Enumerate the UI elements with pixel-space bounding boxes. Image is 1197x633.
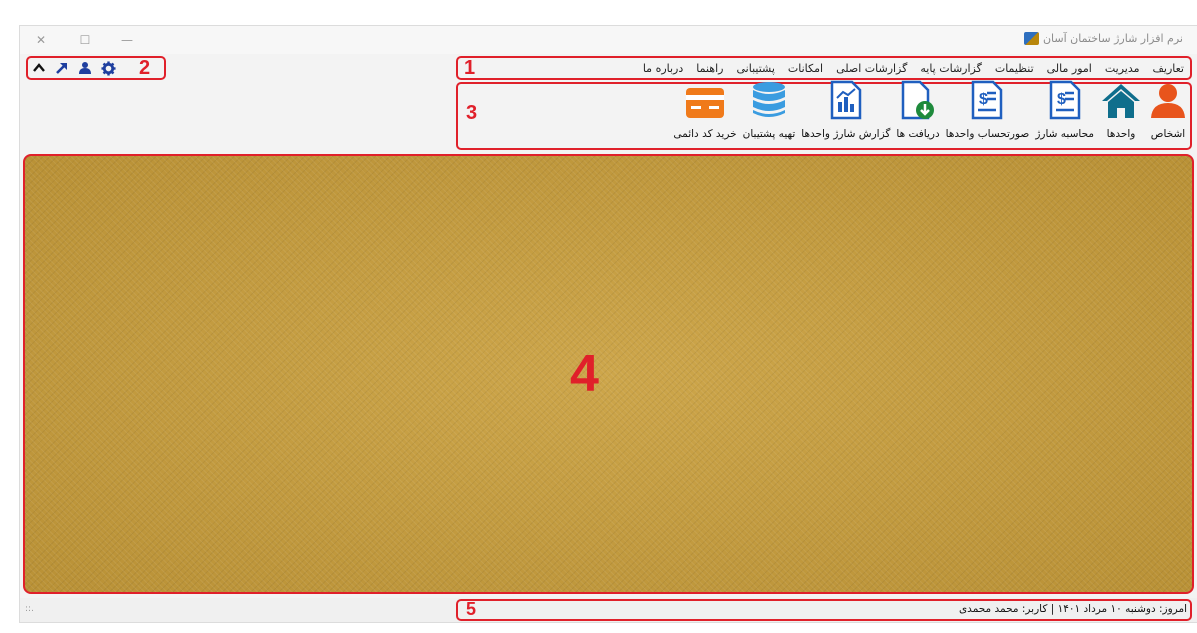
maximize-window-button[interactable]: ☐: [70, 30, 100, 50]
ribbon-button-units[interactable]: واحدها: [1100, 82, 1142, 150]
menu-item-features[interactable]: امکانات: [788, 62, 823, 75]
ribbon-toolbar: اشخاص واحدها $ محاسبه شارژ $ صورتحساب وا…: [456, 80, 1192, 150]
app-window: ✕ ☐ — نرم افزار شارژ ساختمان آسان 1 تعار…: [19, 25, 1197, 623]
close-window-button[interactable]: ✕: [26, 30, 56, 50]
ribbon-label-charge-report: گزارش شارژ واحدها: [801, 128, 891, 140]
menu-item-main-reports[interactable]: گزارشات اصلی: [836, 62, 907, 75]
svg-text:$: $: [1057, 91, 1066, 108]
menu-item-basic-reports[interactable]: گزارشات پایه: [920, 62, 981, 75]
callout-number-5: 5: [466, 599, 477, 619]
invoice-icon: $: [1048, 80, 1082, 124]
ribbon-label-charge-calc: محاسبه شارژ: [1035, 128, 1094, 140]
arrow-up-right-icon[interactable]: [55, 61, 69, 75]
user-icon[interactable]: [78, 61, 92, 75]
status-bar: ::. 5 امروز: دوشنبه ۱۰ مرداد ۱۴۰۱ | کارب…: [20, 598, 1197, 622]
menu-item-support[interactable]: پشتیبانی: [736, 62, 774, 75]
app-title: نرم افزار شارژ ساختمان آسان: [1023, 32, 1183, 45]
app-title-text: نرم افزار شارژ ساختمان آسان: [1042, 32, 1183, 45]
ribbon-label-receipts: دریافت ها: [896, 128, 940, 140]
database-icon: [749, 80, 789, 124]
ribbon-button-charge-report[interactable]: گزارش شارژ واحدها: [801, 80, 891, 150]
svg-text:$: $: [979, 91, 988, 108]
chevron-up-icon[interactable]: [32, 61, 46, 75]
report-chart-icon: [829, 80, 863, 124]
app-logo-icon: [1023, 32, 1039, 45]
ribbon-label-units: واحدها: [1106, 128, 1136, 140]
minimize-window-button[interactable]: —: [112, 30, 142, 50]
ribbon-label-persons: اشخاص: [1150, 128, 1186, 140]
ribbon-button-buy-license[interactable]: خرید کد دائمی: [673, 82, 737, 150]
ribbon-label-backup: تهیه پشتیبان: [742, 128, 796, 140]
ribbon-button-backup[interactable]: تهیه پشتیبان: [742, 80, 796, 150]
ribbon-label-unit-statements: صورتحساب واحدها: [945, 128, 1030, 140]
menu-item-definitions[interactable]: تعاریف: [1153, 62, 1184, 75]
download-document-icon: [900, 80, 936, 124]
ribbon-button-unit-statements[interactable]: $ صورتحساب واحدها: [945, 80, 1030, 150]
status-text: امروز: دوشنبه ۱۰ مرداد ۱۴۰۱ | کاربر: محم…: [958, 603, 1187, 615]
main-workspace: 4: [23, 154, 1194, 594]
callout-number-2: 2: [139, 57, 151, 79]
person-icon: [1148, 80, 1188, 124]
menu-item-about[interactable]: درباره ما: [643, 62, 683, 75]
ribbon-button-receipts[interactable]: دریافت ها: [896, 80, 940, 150]
ribbon-button-charge-calc[interactable]: $ محاسبه شارژ: [1035, 80, 1094, 150]
menu-bar: تعاریف مدیریت امور مالی تنظیمات گزارشات …: [456, 56, 1192, 80]
menu-item-management[interactable]: مدیریت: [1105, 62, 1140, 75]
ribbon-button-persons[interactable]: اشخاص: [1148, 82, 1188, 150]
resize-grip[interactable]: ::.: [25, 604, 34, 614]
home-icon: [1100, 82, 1142, 124]
credit-card-icon: [684, 86, 726, 124]
callout-number-4: 4: [570, 345, 599, 403]
menu-item-settings[interactable]: تنظیمات: [995, 62, 1034, 75]
gear-icon[interactable]: [101, 60, 116, 76]
menu-item-help[interactable]: راهنما: [696, 62, 723, 75]
menu-item-finance[interactable]: امور مالی: [1047, 62, 1092, 75]
ribbon-label-buy-license: خرید کد دائمی: [673, 128, 737, 140]
title-bar: ✕ ☐ — نرم افزار شارژ ساختمان آسان: [20, 26, 1197, 54]
statement-icon: $: [970, 80, 1004, 124]
